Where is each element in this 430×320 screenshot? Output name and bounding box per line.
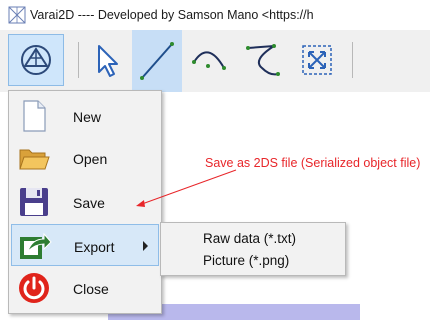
line-icon	[140, 42, 174, 80]
menu-item-label: Open	[73, 151, 108, 167]
file-menu: New Open Save Export Close	[8, 90, 162, 314]
app-menu-button[interactable]	[8, 34, 64, 86]
fit-frame-icon	[302, 45, 332, 75]
toolbar	[0, 30, 430, 92]
new-file-icon	[23, 100, 46, 132]
menu-item-new[interactable]: New	[11, 95, 159, 137]
select-tool-button[interactable]	[84, 36, 130, 84]
open-folder-icon	[19, 149, 50, 170]
power-icon	[19, 273, 49, 303]
line-tool-button[interactable]	[132, 30, 182, 92]
submenu-item-picture[interactable]: Picture (*.png)	[203, 253, 289, 268]
pointer-arrow-icon	[98, 45, 118, 77]
annotation-text: Save as 2DS file (Serialized object file…	[205, 156, 421, 170]
menu-item-label: New	[73, 109, 102, 125]
window-title: Varai2D ---- Developed by Samson Mano <h…	[30, 8, 314, 22]
arc-tool-button[interactable]	[186, 36, 232, 84]
menu-item-label: Export	[74, 239, 115, 255]
menu-item-label: Save	[73, 195, 105, 211]
menu-item-save[interactable]: Save	[11, 181, 159, 223]
export-icon	[20, 232, 52, 259]
toolbar-separator	[352, 42, 353, 78]
arc-icon	[192, 51, 226, 70]
title-bar: Varai2D ---- Developed by Samson Mano <h…	[0, 0, 430, 30]
curve-tool-button[interactable]	[240, 36, 286, 84]
app-logo-icon	[8, 6, 26, 24]
toolbar-separator	[78, 42, 79, 78]
menu-item-label: Close	[73, 281, 109, 297]
menu-item-export[interactable]: Export	[11, 224, 159, 266]
menu-item-open[interactable]: Open	[11, 137, 159, 179]
submenu-arrow-icon	[143, 241, 148, 251]
fit-view-button[interactable]	[294, 36, 340, 84]
export-submenu: Raw data (*.txt) Picture (*.png)	[160, 222, 346, 276]
floppy-disk-icon	[20, 188, 48, 216]
curve-icon	[246, 44, 280, 76]
triangle-app-icon	[21, 45, 51, 75]
menu-item-close[interactable]: Close	[11, 267, 159, 309]
submenu-item-raw-data[interactable]: Raw data (*.txt)	[203, 231, 296, 246]
